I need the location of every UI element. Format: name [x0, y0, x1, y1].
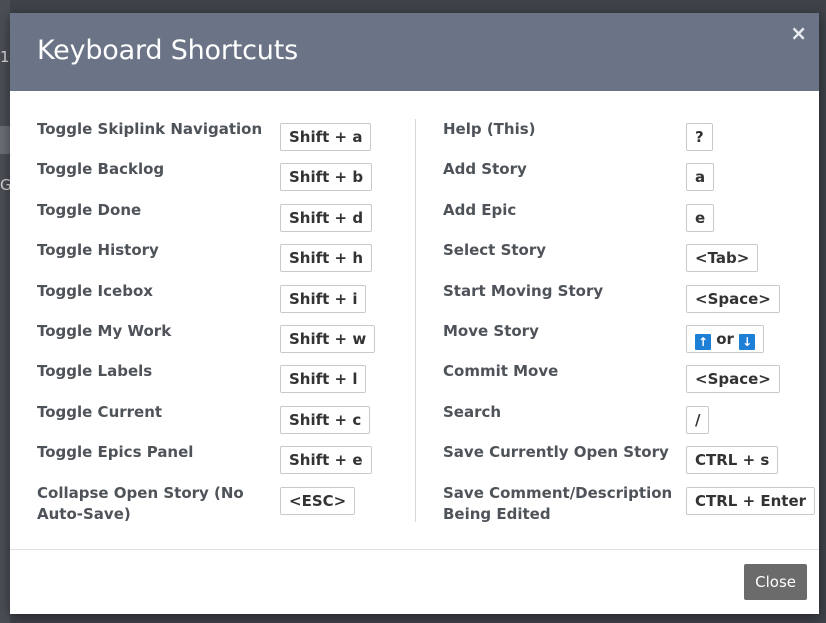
shortcut-label: Save Comment/Description Being Edited	[443, 483, 673, 523]
shortcut-row: Toggle Backlog Shift + b	[37, 159, 373, 199]
shortcut-key: Shift + d	[280, 203, 373, 232]
shortcut-row: Commit Move <Space>	[443, 361, 813, 401]
or-text: or	[716, 329, 734, 348]
shortcut-label: Toggle My Work	[37, 321, 172, 340]
shortcut-key: <Space>	[686, 284, 780, 313]
shortcut-label: Toggle Skiplink Navigation	[37, 120, 263, 138]
shortcut-row: Toggle My Work Shift + w	[37, 321, 376, 361]
shortcut-label: Toggle History	[37, 241, 159, 260]
shortcut-label: Toggle Backlog	[37, 160, 165, 179]
shortcut-label: Toggle Current	[37, 402, 163, 421]
shortcut-label: Save Currently Open Story	[443, 443, 669, 462]
background-app	[0, 0, 10, 623]
shortcut-row: Add Epic e	[443, 200, 813, 240]
shortcut-key-arrows: ↑ or ↓	[686, 324, 765, 353]
arrow-up-icon: ↑	[695, 333, 711, 350]
shortcut-row: Toggle Skiplink Navigation Shift + a	[37, 119, 372, 159]
shortcut-key: Shift + w	[280, 324, 376, 353]
modal-body: Toggle Skiplink Navigation Shift + a Tog…	[10, 91, 819, 550]
close-button[interactable]: Close	[744, 564, 807, 600]
background-partial-text: 1	[0, 48, 10, 66]
shortcut-row: Select Story <Tab>	[443, 240, 813, 280]
shortcut-key: CTRL + Enter	[686, 486, 816, 515]
shortcut-row: Toggle Done Shift + d	[37, 200, 373, 240]
shortcut-label: Search	[443, 402, 502, 421]
shortcut-key: Shift + a	[280, 123, 372, 151]
shortcut-row: Save Comment/Description Being Edited CT…	[443, 483, 816, 527]
shortcut-row: Add Story a	[443, 159, 813, 199]
shortcut-key: <Tab>	[686, 244, 759, 273]
shortcut-key: Shift + e	[280, 446, 372, 475]
shortcut-label: Help (This)	[443, 120, 536, 138]
shortcut-key: CTRL + s	[686, 446, 779, 475]
shortcut-label: Toggle Done	[37, 200, 142, 219]
shortcut-label: Commit Move	[443, 362, 559, 381]
shortcut-label: Add Story	[443, 160, 527, 179]
shortcut-row: Toggle Current Shift + c	[37, 402, 371, 442]
shortcut-label: Toggle Labels	[37, 362, 153, 381]
shortcut-row: Toggle Epics Panel Shift + e	[37, 442, 372, 482]
shortcut-row: Search /	[443, 402, 813, 442]
shortcut-row: Toggle History Shift + h	[37, 240, 373, 280]
shortcut-label: Select Story	[443, 241, 547, 260]
modal-title: Keyboard Shortcuts	[37, 35, 298, 66]
shortcut-key: /	[686, 405, 710, 434]
shortcut-label: Toggle Icebox	[37, 281, 153, 300]
shortcut-label: Add Epic	[443, 200, 517, 219]
shortcut-key: e	[686, 203, 715, 232]
shortcut-key: Shift + b	[280, 163, 373, 192]
shortcut-row: Save Currently Open Story CTRL + s	[443, 442, 813, 482]
shortcut-key: <ESC>	[280, 486, 356, 515]
shortcut-row: Toggle Labels Shift + l	[37, 361, 367, 401]
shortcut-key: a	[686, 163, 715, 192]
shortcut-label: Toggle Epics Panel	[37, 443, 194, 462]
close-icon[interactable]: ×	[790, 23, 807, 43]
modal-header: Keyboard Shortcuts ×	[10, 13, 819, 91]
shortcut-key: Shift + h	[280, 244, 373, 273]
shortcut-key: Shift + c	[280, 405, 371, 434]
column-divider	[415, 119, 416, 522]
shortcut-row: Move Story ↑ or ↓	[443, 321, 813, 361]
background-strip	[0, 126, 10, 154]
shortcut-label: Move Story	[443, 321, 539, 340]
shortcut-key: ?	[686, 123, 713, 151]
shortcut-label: Start Moving Story	[443, 281, 604, 300]
shortcut-row: Collapse Open Story (No Auto-Save) <ESC>	[37, 483, 367, 527]
modal-footer: Close	[10, 549, 819, 614]
shortcut-row: Start Moving Story <Space>	[443, 281, 813, 321]
shortcut-key: Shift + i	[280, 284, 367, 313]
shortcut-label: Collapse Open Story (No Auto-Save)	[37, 483, 244, 523]
shortcut-row: Toggle Icebox Shift + i	[37, 281, 367, 321]
shortcut-row: Help (This) ?	[443, 119, 813, 159]
shortcut-key: Shift + l	[280, 365, 367, 394]
shortcuts-left-column: Toggle Skiplink Navigation Shift + a Tog…	[37, 119, 376, 527]
shortcuts-right-column: Help (This) ? Add Story a Add Epic e Sel…	[443, 119, 816, 527]
keyboard-shortcuts-modal: Keyboard Shortcuts × Toggle Skiplink Nav…	[10, 13, 819, 614]
arrow-down-icon: ↓	[739, 333, 756, 350]
shortcut-key: <Space>	[686, 365, 780, 394]
